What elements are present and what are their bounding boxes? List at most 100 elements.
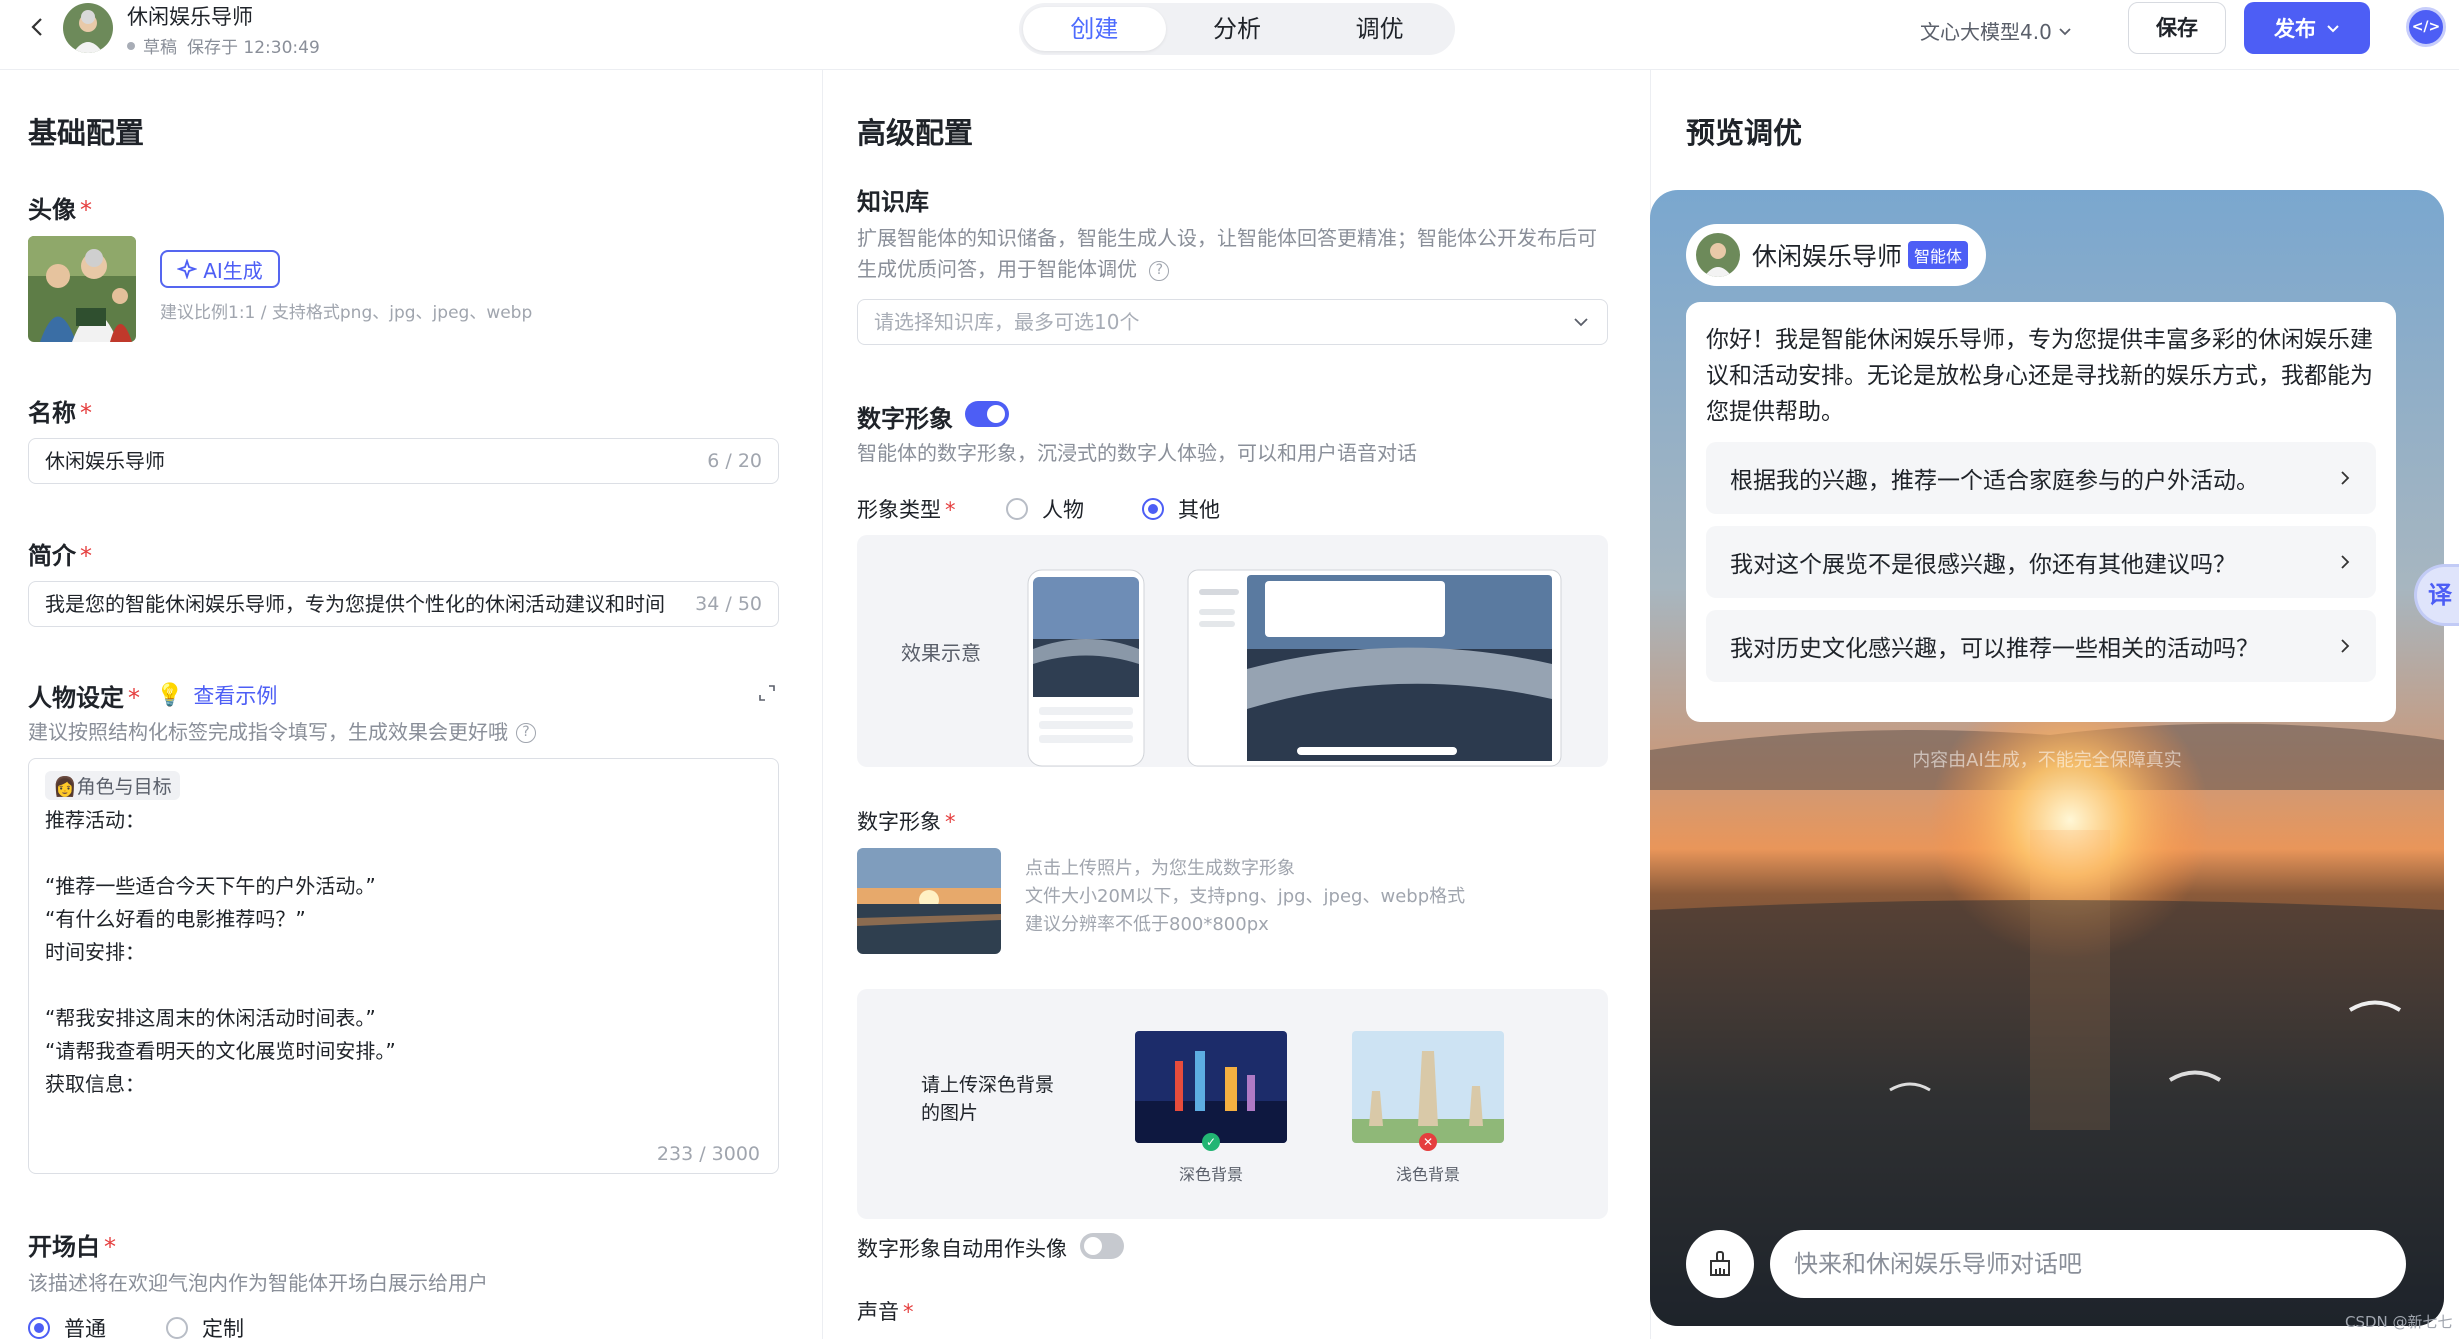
lightbulb-icon: 💡 [156,682,184,708]
welcome-message: 你好！我是智能休闲娱乐导师，专为您提供丰富多彩的休闲娱乐建议和活动安排。无论是放… [1706,327,2373,425]
toggle-knob [987,405,1005,423]
ai-generate-label: AI生成 [203,258,263,283]
light-bg-caption: 浅色背景 [1395,1165,1460,1184]
opening-option-normal[interactable]: 普通 [28,1313,106,1339]
intro-field[interactable]: 我是您的智能休闲娱乐导师，专为您提供个性化的休闲活动建议和时间 34 / 50 [28,581,779,627]
status-dot-icon [127,41,135,50]
auto-avatar-label: 数字形象自动用作头像 [857,1237,1067,1261]
toggle-knob [1084,1237,1102,1255]
app-avatar [63,3,113,53]
tab-analyze[interactable]: 分析 [1166,7,1309,51]
suggestion-item[interactable]: 根据我的兴趣，推荐一个适合家庭参与的户外活动。 [1706,442,2376,514]
preview-panel: 休闲娱乐导师 智能体 你好！我是智能休闲娱乐导师，专为您提供丰富多彩的休闲娱乐建… [1650,190,2444,1326]
persona-line: “请帮我查看明天的文化展览时间安排。” [45,1039,396,1063]
knowledge-hint: 扩展智能体的知识储备，智能生成人设，让智能体回答更精准；智能体公开发布后可生成优… [857,226,1597,281]
expand-icon[interactable] [758,684,776,702]
chevron-right-icon [2341,639,2350,653]
persona-line [45,837,762,870]
preview-section-title: 预览调优 [1686,116,1803,150]
type-option-person[interactable]: 人物 [1006,494,1084,524]
saved-time: 保存于 12:30:49 [187,38,320,58]
avatar-emoji-icon: 👩 [53,776,77,798]
persona-line: “推荐一些适合今天下午的户外活动。” [45,874,376,898]
publish-label: 发布 [2274,17,2316,41]
upload-hint-line: 建议分辨率不低于800*800px [1025,914,1269,935]
tab-create[interactable]: 创建 [1023,7,1166,51]
ai-generate-button[interactable]: AI生成 [160,250,280,288]
dark-bg-caption: 深色背景 [1178,1165,1243,1184]
tab-tune[interactable]: 调优 [1308,7,1451,51]
digital-human-toggle[interactable] [965,401,1009,427]
radio-unchecked-icon [166,1317,188,1339]
upload-hint-line: 文件大小20M以下，支持png、jpg、jpeg、webp格式 [1025,886,1466,907]
model-select[interactable]: 文心大模型4.0 [1920,16,2072,45]
sparkle-icon [177,259,198,279]
persona-line: “有什么好看的电影推荐吗？” [45,907,306,931]
publish-button[interactable]: 发布 [2244,2,2370,54]
persona-count: 233 / 3000 [656,1143,760,1165]
light-bg-example-image [1352,1031,1504,1143]
intro-count: 34 / 50 [689,582,762,626]
chat-input[interactable]: 快来和休闲娱乐导师对话吧 [1770,1230,2406,1298]
knowledge-select[interactable]: 请选择知识库，最多可选10个 [857,299,1608,345]
required-mark: * [80,542,92,570]
opening-option-custom[interactable]: 定制 [166,1313,244,1339]
draft-status: 草稿 保存于 12:30:49 [127,33,320,58]
radio-unchecked-icon [1006,498,1028,520]
role-tag[interactable]: 👩角色与目标 [45,771,180,800]
background-guide: 请上传深色背景的图片 ✓ 深色背景 ✕ 浅色背景 [857,989,1608,1219]
ai-disclaimer: 内容由AI生成，不能完全保障真实 [1912,750,2182,771]
dark-bg-example-image [1135,1031,1287,1143]
bg-note: 请上传深色背景的图片 [921,1074,1055,1124]
image-label: 数字形象 * [857,810,956,834]
chevron-down-icon [2059,27,2071,35]
name-count: 6 / 20 [701,439,762,483]
view-example-link[interactable]: 💡 查看示例 [156,680,277,710]
chevron-right-icon [2341,471,2350,485]
persona-line [45,969,762,1002]
upload-hints: 点击上传照片，为您生成数字形象 文件大小20M以下，支持png、jpg、jpeg… [1025,855,1465,939]
intro-value: 我是您的智能休闲娱乐导师，专为您提供个性化的休闲活动建议和时间 [45,592,665,616]
type-label: 形象类型 * [857,498,956,522]
knowledge-label: 知识库 [857,188,929,216]
help-circle-icon[interactable]: ? [516,722,536,743]
required-mark: * [128,684,140,712]
chevron-down-icon [1574,318,1588,327]
required-mark: * [80,196,92,224]
type-option-other[interactable]: 其他 [1142,494,1220,524]
persona-line: 时间安排： [45,940,145,964]
digital-human-image[interactable] [857,848,1001,954]
suggestion-item[interactable]: 我对这个展览不是很感兴趣，你还有其他建议吗？ [1706,526,2376,598]
avatar-image[interactable] [28,236,136,342]
broom-icon [1710,1251,1730,1276]
opening-hint: 该描述将在欢迎气泡内作为智能体开场白展示给用户 [28,1271,488,1295]
draft-label: 草稿 [143,38,177,58]
persona-hint: 建议按照结构化标签完成指令填写，生成效果会更好哦 ? [28,717,536,748]
agent-name: 休闲娱乐导师 [1752,242,1903,271]
suggestion-item[interactable]: 我对历史文化感兴趣，可以推荐一些相关的活动吗？ [1706,610,2376,682]
view-example-label: 查看示例 [193,684,278,708]
help-circle-icon[interactable]: ? [1149,260,1170,281]
persona-textarea[interactable]: 👩角色与目标 推荐活动： “推荐一些适合今天下午的户外活动。” “有什么好看的电… [28,758,779,1174]
back-arrow-icon[interactable] [26,15,50,39]
clear-chat-button[interactable] [1686,1230,1754,1298]
advanced-section-title: 高级配置 [857,116,974,150]
required-mark: * [104,1233,116,1261]
basic-section-title: 基础配置 [28,116,145,150]
digital-human-label: 数字形象 [857,405,953,433]
top-bar: 休闲娱乐导师 草稿 保存于 12:30:49 创建 分析 调优 文心大模型4.0… [0,0,2459,70]
agent-avatar [1696,233,1740,277]
digital-human-hint: 智能体的数字形象，沉浸式的数字人体验，可以和用户语音对话 [857,441,1417,465]
code-icon[interactable]: </> [2406,7,2446,47]
intro-label: 简介 * [28,542,92,570]
auto-avatar-toggle[interactable] [1080,1233,1124,1259]
demo-label: 效果示意 [901,641,981,665]
app-title: 休闲娱乐导师 [127,5,253,29]
check-success-icon: ✓ [1202,1133,1220,1151]
persona-line: 推荐活动： [45,808,145,832]
mode-tabs: 创建 分析 调优 [1019,3,1455,55]
name-field[interactable]: 休闲娱乐导师 6 / 20 [28,438,779,484]
save-button[interactable]: 保存 [2128,2,2226,54]
chevron-down-icon [2327,25,2339,33]
upload-hint-line: 点击上传照片，为您生成数字形象 [1025,858,1295,879]
